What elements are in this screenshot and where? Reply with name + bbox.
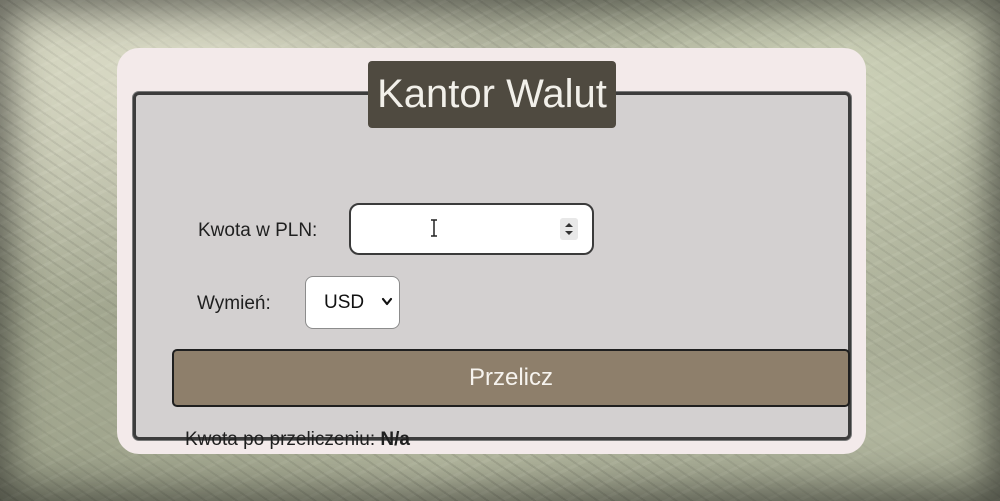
number-spinner-icon[interactable] [560,218,578,240]
page-title: Kantor Walut [368,61,616,128]
currency-exchange-card: Kantor Walut Kwota w PLN: Wymień: USD Pr… [117,48,866,454]
result-line: Kwota po przeliczeniu: N/a [185,429,410,451]
text-cursor-icon [431,219,437,237]
exchange-form-panel: Kwota w PLN: Wymień: USD Przelicz Kwota … [133,92,851,450]
exchange-label: Wymień: [197,293,271,314]
currency-select[interactable]: USD [305,276,400,329]
convert-button[interactable]: Przelicz [172,349,850,407]
chevron-down-icon [381,297,393,306]
amount-label: Kwota w PLN: [198,220,318,241]
currency-selected-value: USD [324,291,365,313]
result-value: N/a [380,429,410,450]
amount-input[interactable] [349,203,594,255]
result-label: Kwota po przeliczeniu: [185,429,376,450]
